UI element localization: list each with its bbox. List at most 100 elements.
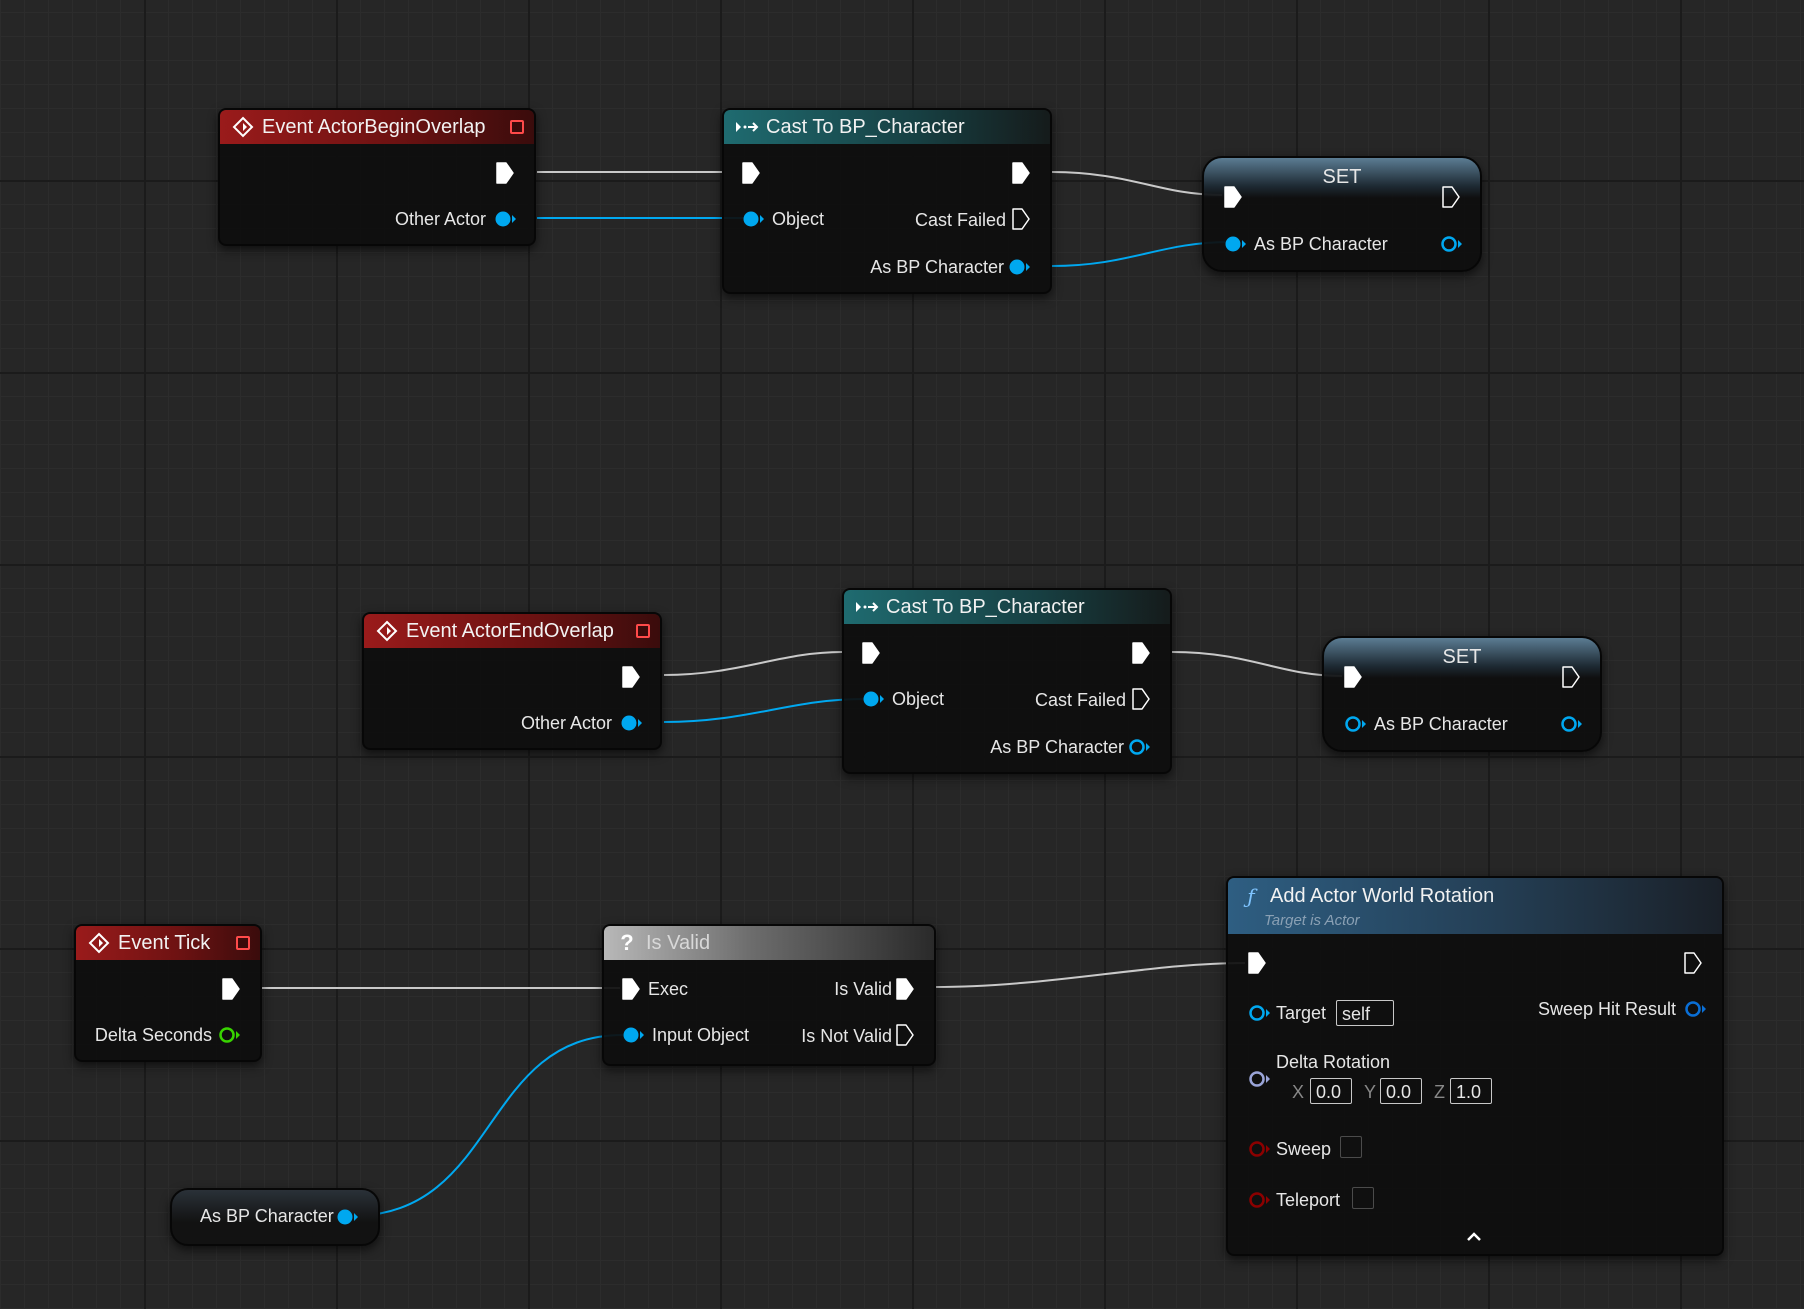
pin-label-target: Target xyxy=(1276,1003,1327,1023)
pin-label-exec: Exec xyxy=(648,979,689,999)
node-header[interactable]: Event Tick xyxy=(76,926,260,960)
exec-in-pin-icon[interactable] xyxy=(622,978,640,1005)
node-title: Event ActorEndOverlap xyxy=(406,619,614,642)
object-in-outline-pin-icon[interactable] xyxy=(1248,1004,1270,1027)
pin-label-as-bp-character: As BP Character xyxy=(870,257,1004,277)
exec-out-outline-pin-icon[interactable] xyxy=(1684,952,1702,979)
exec-out-pin-icon[interactable] xyxy=(1012,162,1030,189)
rot-z-field[interactable]: 1.0 xyxy=(1450,1078,1492,1104)
node-header[interactable]: ƒ Add Actor World Rotation Target is Act… xyxy=(1228,878,1722,934)
get-as-bp-character-node[interactable]: As BP Character xyxy=(170,1188,380,1246)
rot-y-field[interactable]: 0.0 xyxy=(1380,1078,1422,1104)
exec-in-pin-icon[interactable] xyxy=(862,642,880,669)
collapse-chevron-up-icon[interactable] xyxy=(1466,1230,1482,1248)
exec-in-pin-icon[interactable] xyxy=(1344,666,1362,693)
exec-out-pin-icon[interactable] xyxy=(496,162,514,189)
pin-label-cast-failed: Cast Failed xyxy=(914,210,1006,230)
node-header[interactable]: Cast To BP_Character xyxy=(724,110,1050,144)
struct-out-outline-pin-icon[interactable] xyxy=(1684,1000,1706,1023)
event-actor-begin-overlap-node[interactable]: Event ActorBeginOverlap Other Actor xyxy=(218,108,536,246)
object-out-pin-icon[interactable] xyxy=(620,714,642,737)
node-subtitle: Target is Actor xyxy=(1264,912,1360,929)
teleport-checkbox[interactable] xyxy=(1352,1187,1374,1209)
object-out-pin-icon[interactable] xyxy=(1008,258,1030,281)
pin-label-object: Object xyxy=(892,689,945,709)
event-diamond-icon xyxy=(374,620,400,642)
object-in-pin-icon[interactable] xyxy=(742,210,764,233)
delegate-pin-icon[interactable] xyxy=(236,936,250,950)
pin-label-as-bp-character: As BP Character xyxy=(1374,714,1508,734)
event-diamond-icon xyxy=(230,116,256,138)
node-title: Event Tick xyxy=(118,931,211,954)
target-value-field[interactable]: self xyxy=(1336,1000,1394,1026)
set-node-1[interactable]: SET As BP Character xyxy=(1202,156,1482,272)
rot-z-label: Z xyxy=(1434,1082,1445,1102)
is-valid-node[interactable]: ? Is Valid Exec Is Valid Input Object Is… xyxy=(602,924,936,1066)
exec-out-pin-icon[interactable] xyxy=(896,978,914,1005)
exec-wire xyxy=(1051,171,1223,196)
object-in-outline-pin-icon[interactable] xyxy=(1344,715,1366,738)
exec-out-outline-pin-icon[interactable] xyxy=(1012,208,1030,235)
exec-in-pin-icon[interactable] xyxy=(1248,952,1266,979)
exec-wire xyxy=(663,651,843,676)
exec-out-outline-pin-icon[interactable] xyxy=(1562,666,1580,693)
set-node-2[interactable]: SET As BP Character xyxy=(1322,636,1602,752)
object-in-pin-icon[interactable] xyxy=(1224,235,1246,258)
object-in-pin-icon[interactable] xyxy=(862,690,884,713)
node-header[interactable]: Event ActorBeginOverlap xyxy=(220,110,534,144)
pin-label-other-actor: Other Actor xyxy=(394,209,486,229)
function-icon: ƒ xyxy=(1247,884,1255,908)
variable-label: As BP Character xyxy=(200,1206,334,1226)
pin-label-object: Object xyxy=(772,209,825,229)
add-actor-world-rotation-node[interactable]: ƒ Add Actor World Rotation Target is Act… xyxy=(1226,876,1724,1256)
pin-label-other-actor: Other Actor xyxy=(520,713,612,733)
pin-label-is-valid: Is Valid xyxy=(834,979,892,999)
node-title: Cast To BP_Character xyxy=(766,115,965,138)
object-in-pin-icon[interactable] xyxy=(622,1026,644,1049)
exec-wire xyxy=(934,962,1246,988)
exec-out-pin-icon[interactable] xyxy=(1132,642,1150,669)
object-out-outline-pin-icon[interactable] xyxy=(1440,235,1462,258)
set-title: SET xyxy=(1204,158,1480,198)
node-title: Event ActorBeginOverlap xyxy=(262,115,486,138)
pin-label-teleport: Teleport xyxy=(1276,1190,1341,1210)
exec-out-outline-pin-icon[interactable] xyxy=(1132,688,1150,715)
exec-out-pin-icon[interactable] xyxy=(222,978,240,1005)
node-header[interactable]: Event ActorEndOverlap xyxy=(364,614,660,648)
node-header[interactable]: ? Is Valid xyxy=(604,926,934,960)
bool-in-outline-pin-icon[interactable] xyxy=(1248,1140,1270,1163)
exec-out-outline-pin-icon[interactable] xyxy=(896,1024,914,1051)
rot-x-field[interactable]: 0.0 xyxy=(1310,1078,1352,1104)
object-out-outline-pin-icon[interactable] xyxy=(1560,715,1582,738)
rot-y-label: Y xyxy=(1364,1082,1377,1102)
event-tick-node[interactable]: Event Tick Delta Seconds xyxy=(74,924,262,1062)
sweep-checkbox[interactable] xyxy=(1340,1136,1362,1158)
rot-x-label: X xyxy=(1292,1082,1305,1102)
object-out-outline-pin-icon[interactable] xyxy=(1128,738,1150,761)
exec-in-pin-icon[interactable] xyxy=(742,162,760,189)
node-title: Cast To BP_Character xyxy=(886,595,1085,618)
rotator-in-outline-pin-icon[interactable] xyxy=(1248,1070,1270,1093)
delegate-pin-icon[interactable] xyxy=(510,120,524,134)
delegate-pin-icon[interactable] xyxy=(636,624,650,638)
object-out-pin-icon[interactable] xyxy=(336,1208,358,1231)
pin-label-as-bp-character: As BP Character xyxy=(1254,234,1388,254)
exec-wire xyxy=(1171,651,1343,677)
cast-to-bp-character-node-2[interactable]: Cast To BP_Character Object Cast Failed … xyxy=(842,588,1172,774)
exec-out-pin-icon[interactable] xyxy=(622,666,640,693)
bool-in-outline-pin-icon[interactable] xyxy=(1248,1191,1270,1214)
set-title: SET xyxy=(1324,638,1600,678)
float-out-outline-pin-icon[interactable] xyxy=(218,1026,240,1049)
event-actor-end-overlap-node[interactable]: Event ActorEndOverlap Other Actor xyxy=(362,612,662,750)
object-out-pin-icon[interactable] xyxy=(494,210,516,233)
node-header[interactable]: Cast To BP_Character xyxy=(844,590,1170,624)
pin-label-sweep-hit-result: Sweep Hit Result xyxy=(1537,999,1676,1019)
event-diamond-icon xyxy=(86,932,112,954)
cast-to-bp-character-node-1[interactable]: Cast To BP_Character Object Cast Failed … xyxy=(722,108,1052,294)
exec-in-pin-icon[interactable] xyxy=(1224,186,1242,213)
object-wire xyxy=(663,698,865,723)
pin-label-is-not-valid: Is Not Valid xyxy=(801,1026,892,1046)
exec-out-outline-pin-icon[interactable] xyxy=(1442,186,1460,213)
pin-label-delta-rotation: Delta Rotation xyxy=(1276,1052,1391,1072)
pin-label-cast-failed: Cast Failed xyxy=(1034,690,1126,710)
